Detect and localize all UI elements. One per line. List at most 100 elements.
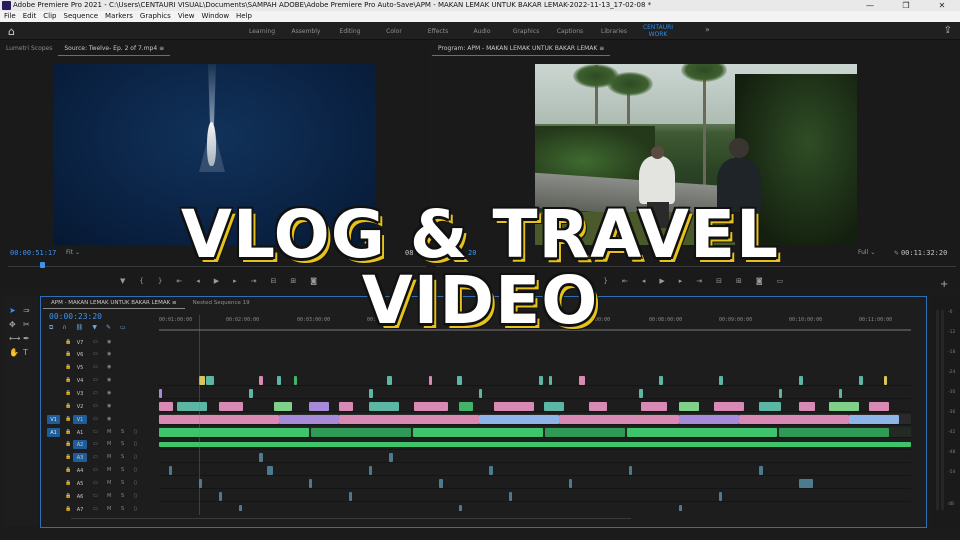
clip[interactable]: [294, 376, 297, 385]
mute-button[interactable]: M: [107, 504, 111, 515]
audio-clip[interactable]: [509, 492, 512, 501]
sync-icon[interactable]: ▭: [93, 478, 98, 489]
timeline-scrollbar[interactable]: [71, 518, 631, 522]
clip[interactable]: [799, 376, 803, 385]
sync-icon[interactable]: ▭: [93, 414, 98, 425]
track-name[interactable]: V2: [73, 402, 87, 411]
mic-icon[interactable]: ▯: [134, 491, 137, 502]
mic-icon[interactable]: ▯: [134, 478, 137, 489]
workspace-graphics[interactable]: Graphics: [504, 28, 548, 35]
audio-clip[interactable]: [169, 466, 172, 475]
timeline-playhead[interactable]: [199, 315, 200, 515]
track-name[interactable]: A2: [73, 440, 87, 449]
lock-icon[interactable]: 🔒: [65, 439, 71, 450]
sync-icon[interactable]: ▭: [93, 465, 98, 476]
eye-icon[interactable]: ◉: [107, 375, 111, 386]
lock-icon[interactable]: 🔒: [65, 478, 71, 489]
clip[interactable]: [429, 376, 432, 385]
audio-clip[interactable]: [569, 479, 572, 488]
menu-graphics[interactable]: Graphics: [140, 11, 171, 22]
sync-icon[interactable]: ▭: [93, 388, 98, 399]
clip[interactable]: [869, 402, 889, 411]
sync-icon[interactable]: ▭: [93, 452, 98, 463]
clip[interactable]: [829, 402, 859, 411]
clip[interactable]: [159, 389, 162, 398]
clip[interactable]: [309, 402, 329, 411]
audio-clip[interactable]: [219, 492, 222, 501]
audio-clip[interactable]: [489, 466, 493, 475]
lock-icon[interactable]: 🔒: [65, 362, 71, 373]
clip[interactable]: [414, 402, 448, 411]
mute-button[interactable]: M: [107, 427, 111, 438]
eye-icon[interactable]: ◉: [107, 337, 111, 348]
workspace-assembly[interactable]: Assembly: [284, 28, 328, 35]
clip[interactable]: [259, 376, 263, 385]
restore-button[interactable]: ❐: [888, 0, 924, 11]
sync-icon[interactable]: ▭: [93, 491, 98, 502]
track-name[interactable]: V5: [73, 363, 87, 372]
clip[interactable]: [457, 376, 462, 385]
clip[interactable]: [659, 376, 663, 385]
lock-icon[interactable]: 🔒: [65, 349, 71, 360]
clip[interactable]: [159, 402, 173, 411]
track-area[interactable]: [159, 335, 911, 511]
menu-clip[interactable]: Clip: [43, 11, 56, 22]
clip[interactable]: [459, 402, 473, 411]
solo-button[interactable]: S: [121, 504, 124, 515]
clip[interactable]: [549, 376, 552, 385]
source-patch-v1[interactable]: V1: [47, 415, 60, 424]
home-icon[interactable]: ⌂: [8, 25, 15, 38]
clip[interactable]: [544, 402, 564, 411]
solo-button[interactable]: S: [121, 478, 124, 489]
audio-clip[interactable]: [413, 428, 543, 437]
lock-icon[interactable]: 🔒: [65, 504, 71, 515]
menu-edit[interactable]: Edit: [23, 11, 37, 22]
eye-icon[interactable]: ◉: [107, 349, 111, 360]
audio-clip[interactable]: [627, 428, 777, 437]
track-name[interactable]: V3: [73, 389, 87, 398]
track-name[interactable]: V4: [73, 376, 87, 385]
clip[interactable]: [579, 376, 585, 385]
sync-icon[interactable]: ▭: [93, 375, 98, 386]
sync-icon[interactable]: ▭: [93, 337, 98, 348]
mute-button[interactable]: M: [107, 452, 111, 463]
audio-clip[interactable]: [779, 428, 889, 437]
track-name[interactable]: A7: [73, 505, 87, 514]
mic-icon[interactable]: ▯: [134, 465, 137, 476]
solo-button[interactable]: S: [121, 491, 124, 502]
tab-lumetri-scopes[interactable]: Lumetri Scopes: [0, 42, 58, 56]
audio-clip[interactable]: [629, 466, 632, 475]
workspace-effects[interactable]: Effects: [416, 28, 460, 35]
menu-help[interactable]: Help: [236, 11, 252, 22]
audio-clip[interactable]: [799, 479, 813, 488]
workspace-color[interactable]: Color: [372, 28, 416, 35]
workspace-libraries[interactable]: Libraries: [592, 28, 636, 35]
lock-icon[interactable]: 🔒: [65, 427, 71, 438]
solo-button[interactable]: S: [121, 439, 124, 450]
clip[interactable]: [494, 402, 534, 411]
workspace-captions[interactable]: Captions: [548, 28, 592, 35]
clip[interactable]: [639, 389, 643, 398]
clip[interactable]: [177, 402, 207, 411]
solo-button[interactable]: S: [121, 465, 124, 476]
lock-icon[interactable]: 🔒: [65, 337, 71, 348]
clip[interactable]: [839, 389, 842, 398]
clip[interactable]: [279, 415, 339, 424]
track-name[interactable]: A5: [73, 479, 87, 488]
lock-icon[interactable]: 🔒: [65, 452, 71, 463]
mute-button[interactable]: M: [107, 439, 111, 450]
lock-icon[interactable]: 🔒: [65, 414, 71, 425]
clip[interactable]: [369, 402, 399, 411]
audio-clip[interactable]: [389, 453, 393, 462]
sync-icon[interactable]: ▭: [93, 504, 98, 515]
audio-clip[interactable]: [369, 466, 372, 475]
sync-icon[interactable]: ▭: [93, 362, 98, 373]
audio-clip[interactable]: [311, 428, 411, 437]
track-name[interactable]: A4: [73, 466, 87, 475]
type-tool-icon[interactable]: T: [23, 348, 28, 357]
eye-icon[interactable]: ◉: [107, 414, 111, 425]
audio-clip[interactable]: [159, 442, 911, 447]
share-icon[interactable]: ⇪: [944, 25, 952, 36]
audio-clip[interactable]: [439, 479, 443, 488]
mic-icon[interactable]: ▯: [134, 504, 137, 515]
